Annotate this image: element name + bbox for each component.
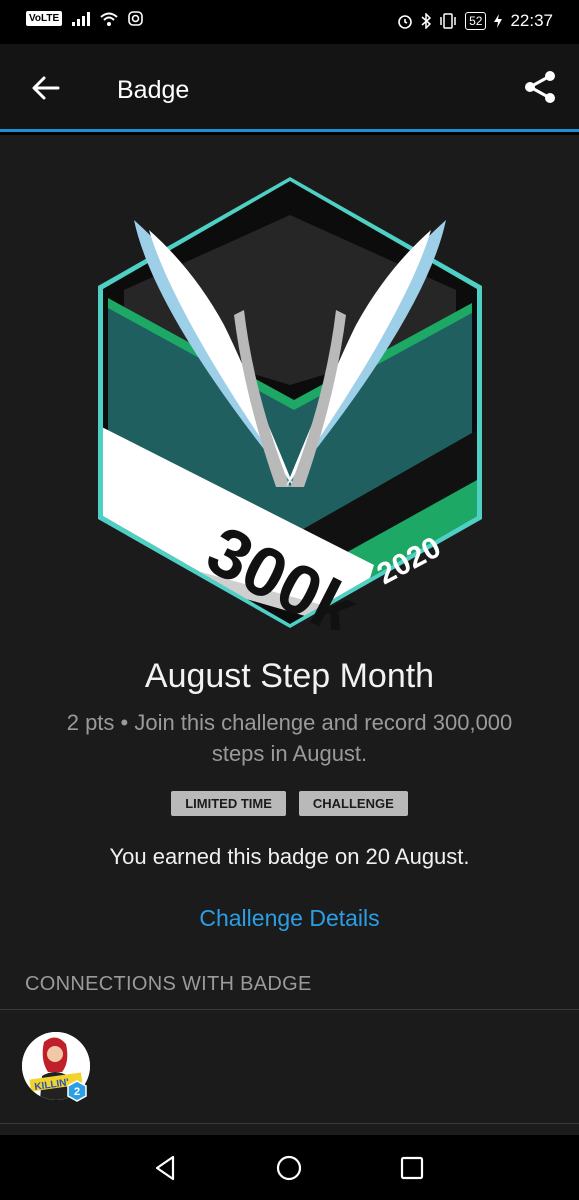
divider xyxy=(0,1123,579,1124)
signal-icon xyxy=(72,11,91,26)
battery-level: 52 xyxy=(465,12,487,30)
nav-home-icon[interactable] xyxy=(274,1153,304,1183)
nav-recents-icon[interactable] xyxy=(397,1153,427,1183)
alarm-icon xyxy=(398,15,412,29)
badge-tags: LIMITED TIME CHALLENGE xyxy=(0,791,579,816)
badge-detail-content: 300k 2020 August Step Month 2 pts • Join… xyxy=(0,135,579,1135)
back-arrow-icon[interactable] xyxy=(30,72,62,104)
challenge-details-link[interactable]: Challenge Details xyxy=(0,905,579,932)
clock: 22:37 xyxy=(510,11,553,30)
badge-image: 300k 2020 xyxy=(98,177,482,630)
divider xyxy=(0,1009,579,1010)
level-number: 2 xyxy=(74,1086,80,1098)
connections-header: CONNECTIONS WITH BADGE xyxy=(25,973,312,995)
badge-name: August Step Month xyxy=(144,657,435,695)
status-bar: VoLTE 52 22:37 xyxy=(0,0,579,44)
charging-icon xyxy=(494,14,503,28)
instagram-icon xyxy=(128,11,143,26)
level-badge-icon: 2 xyxy=(67,1080,87,1102)
badge-description: 2 pts • Join this challenge and record 3… xyxy=(66,710,513,766)
nav-back-icon[interactable] xyxy=(150,1153,180,1183)
share-icon[interactable] xyxy=(523,70,557,104)
vibrate-icon xyxy=(440,13,456,29)
connection-avatar-item[interactable]: KILLIN' 2 xyxy=(22,1032,90,1102)
system-nav-bar xyxy=(0,1135,579,1200)
app-bar: Badge xyxy=(0,44,579,132)
tag-challenge: CHALLENGE xyxy=(298,791,408,816)
bluetooth-icon xyxy=(421,13,432,29)
volte-indicator: VoLTE xyxy=(26,11,63,26)
tag-limited-time: LIMITED TIME xyxy=(171,791,286,816)
earned-date-text: You earned this badge on 20 August. xyxy=(109,844,470,869)
wifi-icon xyxy=(100,12,118,26)
page-title: Badge xyxy=(117,76,190,104)
